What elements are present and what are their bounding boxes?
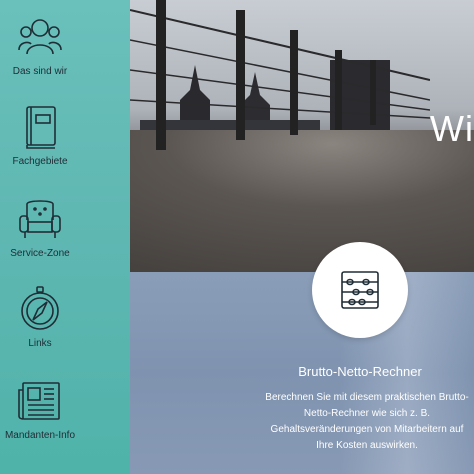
sidebar-item-label: Links (28, 338, 52, 349)
railing (130, 0, 430, 150)
team-icon (18, 19, 62, 55)
sidebar-item-links[interactable]: Links (0, 286, 80, 349)
feature-description: Berechnen Sie mit diesem praktischen Bru… (265, 392, 469, 451)
sidebar-item-das-sind-wir[interactable]: Das sind wir (0, 14, 80, 77)
compass-icon (21, 286, 59, 330)
sidebar-item-fachgebiete[interactable]: Fachgebiete (0, 104, 80, 167)
sidebar-item-label: Mandanten-Info (4, 430, 76, 441)
sidebar-item-service-zone[interactable]: Service-Zone (0, 196, 80, 259)
armchair-icon (19, 200, 61, 238)
abacus-icon (341, 271, 379, 309)
newspaper-icon (18, 382, 60, 420)
sidebar-nav: Das sind wir Fachgebiete Service-Zone Li… (0, 0, 130, 474)
sidebar-item-mandanten-info[interactable]: Mandanten-Info (0, 378, 80, 441)
sidebar-item-label: Service-Zone (10, 248, 70, 259)
feature-title[interactable]: Brutto-Netto-Rechner (260, 364, 460, 379)
sidebar-item-label: Fachgebiete (12, 156, 68, 167)
sidebar-item-label: Das sind wir (12, 66, 68, 77)
hero-title: Wi (430, 108, 474, 149)
book-icon (26, 106, 56, 149)
calculator-feature-circle[interactable] (312, 242, 408, 338)
